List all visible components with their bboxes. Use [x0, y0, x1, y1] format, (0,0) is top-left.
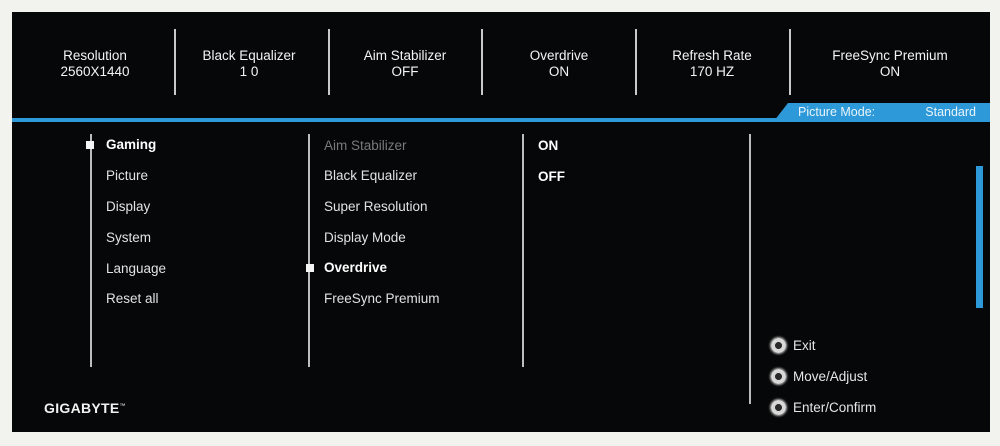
submenu-item-black-equalizer[interactable]: Black Equalizer — [324, 168, 417, 183]
help-label: Enter/Confirm — [793, 400, 877, 415]
info-label: Overdrive — [529, 48, 589, 63]
submenu-item-freesync-premium[interactable]: FreeSync Premium — [324, 291, 440, 306]
info-label: Resolution — [63, 48, 127, 63]
menu-item-picture[interactable]: Picture — [106, 168, 148, 183]
brand-name: GIGABYTE — [44, 400, 120, 416]
help-enter-confirm: Enter/Confirm — [770, 399, 876, 416]
info-label: Aim Stabilizer — [363, 48, 447, 63]
option-on[interactable]: ON — [538, 138, 558, 153]
divider — [481, 29, 483, 95]
picture-mode-value: Standard — [925, 105, 976, 119]
option-off[interactable]: OFF — [538, 169, 565, 184]
menu-item-reset-all[interactable]: Reset all — [106, 291, 159, 306]
info-label: Refresh Rate — [672, 48, 752, 63]
menu-item-system[interactable]: System — [106, 230, 151, 245]
info-value: ON — [548, 64, 570, 79]
column-divider — [749, 134, 751, 404]
help-exit: Exit — [770, 337, 816, 354]
scrollbar[interactable] — [976, 166, 983, 308]
info-value: 170 HZ — [689, 64, 735, 79]
info-resolution: Resolution 2560X1440 — [20, 48, 170, 98]
selection-marker — [306, 264, 314, 272]
submenu-item-super-resolution[interactable]: Super Resolution — [324, 199, 428, 214]
info-freesync-premium: FreeSync Premium ON — [815, 48, 965, 98]
info-value: 2560X1440 — [60, 64, 130, 79]
info-value: OFF — [391, 64, 419, 79]
info-overdrive: Overdrive ON — [484, 48, 634, 98]
menu-item-gaming[interactable]: Gaming — [106, 137, 156, 152]
joystick-icon — [770, 399, 787, 416]
column-divider — [90, 134, 92, 367]
info-label: Black Equalizer — [202, 48, 296, 63]
info-value: ON — [879, 64, 901, 79]
divider — [789, 29, 791, 95]
menu-item-language[interactable]: Language — [106, 261, 166, 276]
selection-marker — [86, 141, 94, 149]
menu-item-display[interactable]: Display — [106, 199, 150, 214]
info-label: FreeSync Premium — [832, 48, 948, 63]
picture-mode-label: Picture Mode: — [798, 105, 876, 119]
submenu-item-aim-stabilizer[interactable]: Aim Stabilizer — [324, 138, 407, 153]
info-refresh-rate: Refresh Rate 170 HZ — [637, 48, 787, 98]
help-move-adjust: Move/Adjust — [770, 368, 867, 385]
joystick-icon — [770, 337, 787, 354]
help-label: Move/Adjust — [793, 369, 868, 384]
column-divider — [522, 134, 524, 367]
help-label: Exit — [793, 338, 816, 353]
info-aim-stabilizer: Aim Stabilizer OFF — [330, 48, 480, 98]
submenu-item-overdrive[interactable]: Overdrive — [324, 260, 387, 275]
osd-menu: Resolution 2560X1440 Black Equalizer 1 0… — [12, 12, 990, 432]
trademark-mark: ™ — [119, 403, 126, 410]
info-black-equalizer: Black Equalizer 1 0 — [174, 48, 324, 98]
info-value: 1 0 — [239, 64, 259, 79]
column-divider — [308, 134, 310, 367]
joystick-icon — [770, 368, 787, 385]
submenu-item-display-mode[interactable]: Display Mode — [324, 230, 406, 245]
brand-logo: GIGABYTE™ — [44, 400, 126, 416]
